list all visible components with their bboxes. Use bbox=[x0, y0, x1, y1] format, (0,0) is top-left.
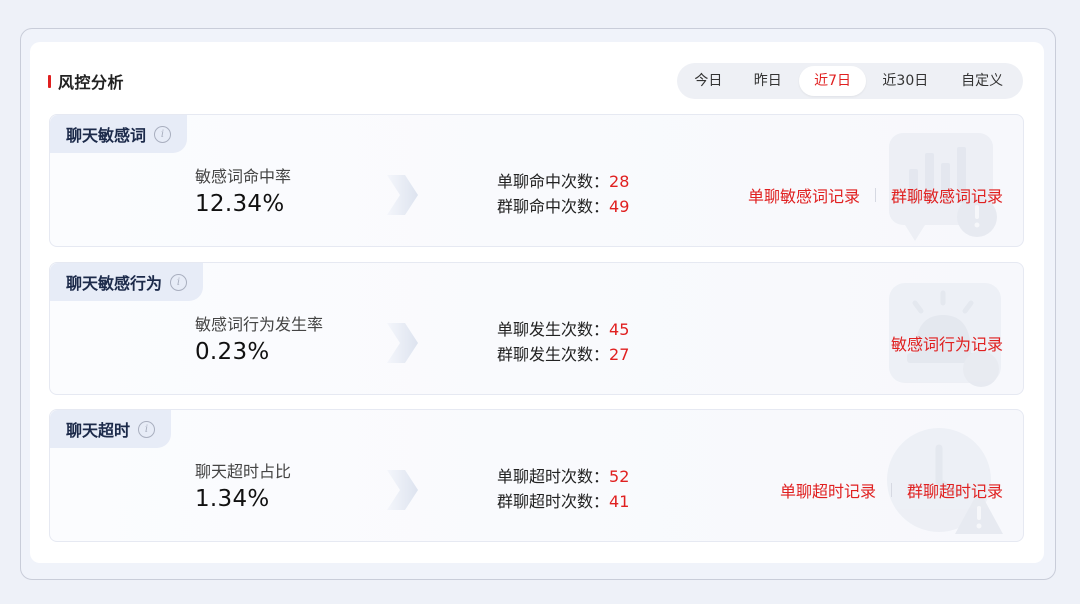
info-icon[interactable]: i bbox=[138, 420, 156, 438]
page-title: 风控分析 bbox=[58, 73, 125, 92]
record-links: 单聊敏感词记录 群聊敏感词记录 bbox=[748, 183, 1003, 207]
stat-label: 群聊发生次数： bbox=[497, 345, 610, 364]
alarm-icon bbox=[889, 283, 1001, 387]
metric-label: 聊天超时占比 bbox=[195, 462, 292, 481]
card-title: 聊天敏感行为 bbox=[66, 274, 163, 293]
stats-block: 单聊超时次数：52 群聊超时次数：41 bbox=[497, 464, 629, 514]
tab-today[interactable]: 今日 bbox=[680, 66, 737, 96]
tab-last-30-days[interactable]: 近30日 bbox=[866, 66, 944, 96]
stat-row: 单聊命中次数：28 bbox=[497, 169, 629, 194]
info-icon[interactable]: i bbox=[154, 125, 172, 143]
metric-value: 0.23% bbox=[195, 339, 270, 365]
metric-label: 敏感词命中率 bbox=[195, 167, 292, 186]
timeout-warning-icon bbox=[887, 428, 1003, 534]
panel-header: 风控分析 bbox=[48, 69, 124, 93]
stat-value: 49 bbox=[609, 197, 630, 216]
single-chat-sensitive-word-record-link[interactable]: 单聊敏感词记录 bbox=[748, 183, 860, 207]
sensitive-behavior-record-link[interactable]: 敏感词行为记录 bbox=[891, 331, 1003, 355]
divider bbox=[890, 483, 892, 497]
stat-value: 45 bbox=[609, 320, 630, 339]
tab-custom[interactable]: 自定义 bbox=[944, 66, 1020, 96]
group-chat-sensitive-word-record-link[interactable]: 群聊敏感词记录 bbox=[891, 183, 1003, 207]
tab-yesterday[interactable]: 昨日 bbox=[737, 66, 799, 96]
card-tag: 聊天敏感行为 i bbox=[50, 263, 204, 301]
arrow-right-icon bbox=[387, 175, 418, 215]
date-range-selector: 今日 昨日 近7日 近30日 自定义 bbox=[677, 63, 1023, 99]
stat-label: 单聊超时次数： bbox=[497, 467, 610, 486]
card-tag: 聊天超时 i bbox=[50, 410, 172, 448]
record-links: 单聊超时记录 群聊超时记录 bbox=[780, 478, 1003, 502]
card-sensitive-behavior: 聊天敏感行为 i 敏感词行为发生率 0.23% 单聊发生次数：45 群聊发生次数… bbox=[49, 262, 1024, 395]
card-title: 聊天敏感词 bbox=[66, 126, 147, 145]
stats-block: 单聊命中次数：28 群聊命中次数：49 bbox=[497, 169, 629, 219]
info-icon[interactable]: i bbox=[170, 273, 188, 291]
stat-value: 41 bbox=[609, 492, 630, 511]
chart-warning-icon bbox=[889, 133, 997, 241]
arrow-right-icon bbox=[387, 470, 418, 510]
stat-row: 群聊命中次数：49 bbox=[497, 194, 629, 219]
divider bbox=[874, 188, 876, 202]
metric-value: 12.34% bbox=[195, 191, 285, 217]
metric-label: 敏感词行为发生率 bbox=[195, 315, 324, 334]
stat-value: 52 bbox=[609, 467, 630, 486]
stats-block: 单聊发生次数：45 群聊发生次数：27 bbox=[497, 317, 629, 367]
card-chat-timeout: 聊天超时 i 聊天超时占比 1.34% 单聊超时次数：52 群聊超时次数：41 … bbox=[49, 409, 1024, 542]
group-chat-timeout-record-link[interactable]: 群聊超时记录 bbox=[907, 478, 1003, 502]
record-links: 敏感词行为记录 bbox=[891, 331, 1003, 355]
stat-value: 27 bbox=[609, 345, 630, 364]
card-title: 聊天超时 bbox=[66, 421, 131, 440]
single-chat-timeout-record-link[interactable]: 单聊超时记录 bbox=[780, 478, 876, 502]
stat-row: 群聊超时次数：41 bbox=[497, 489, 629, 514]
stat-label: 群聊命中次数： bbox=[497, 197, 610, 216]
card-sensitive-words: 聊天敏感词 i 敏感词命中率 12.34% 单聊命中次数：28 群聊命中次数：4… bbox=[49, 114, 1024, 247]
card-tag: 聊天敏感词 i bbox=[50, 115, 188, 153]
stat-row: 群聊发生次数：27 bbox=[497, 342, 629, 367]
stat-row: 单聊发生次数：45 bbox=[497, 317, 629, 342]
stat-label: 单聊命中次数： bbox=[497, 172, 610, 191]
metric-value: 1.34% bbox=[195, 486, 270, 512]
stat-row: 单聊超时次数：52 bbox=[497, 464, 629, 489]
arrow-right-icon bbox=[387, 323, 418, 363]
tab-last-7-days[interactable]: 近7日 bbox=[798, 66, 867, 96]
stat-value: 28 bbox=[609, 172, 630, 191]
title-accent-bar bbox=[48, 74, 51, 88]
stat-label: 单聊发生次数： bbox=[497, 320, 610, 339]
stat-label: 群聊超时次数： bbox=[497, 492, 610, 511]
